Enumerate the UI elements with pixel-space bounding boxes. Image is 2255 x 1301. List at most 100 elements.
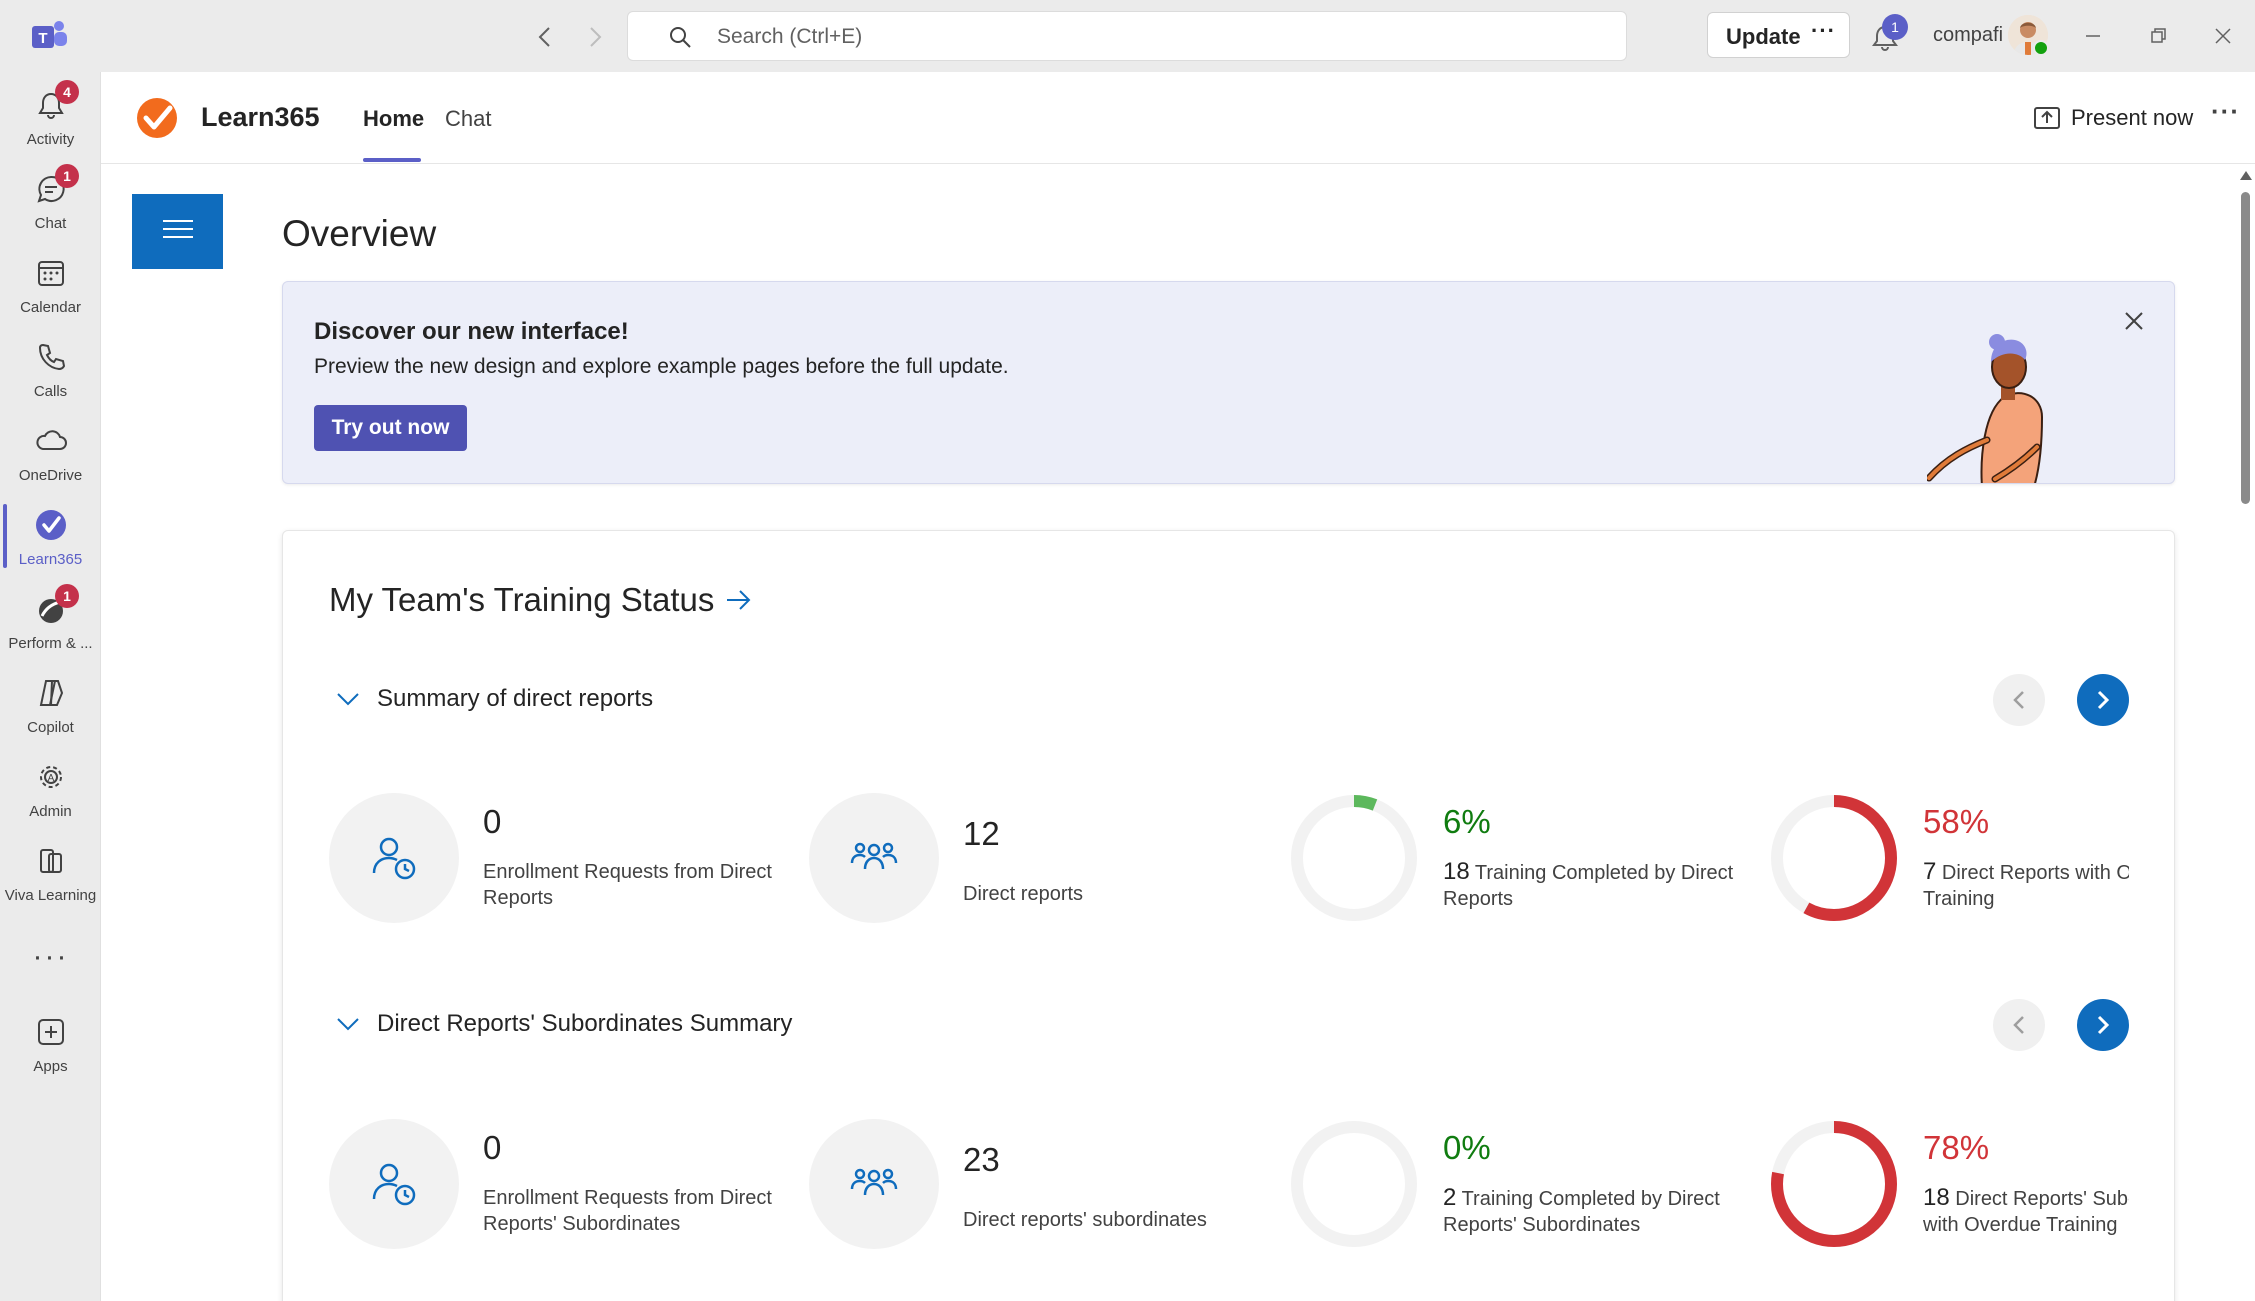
- try-out-now-button[interactable]: Try out now: [314, 405, 467, 451]
- stat-description: Enrollment Requests from Direct Reports: [483, 861, 772, 909]
- svg-text:A: A: [48, 773, 55, 784]
- stat-desc-text: Training Completed by Direct Reports: [1443, 862, 1734, 910]
- section-label: Direct Reports' Subordinates Summary: [377, 1010, 793, 1037]
- forward-arrow-icon[interactable]: [580, 22, 610, 52]
- stat-value: 23: [963, 1141, 1000, 1178]
- minimize-icon[interactable]: [2075, 18, 2111, 54]
- more-options-icon[interactable]: ···: [2211, 96, 2240, 127]
- progress-donut: [1291, 795, 1417, 921]
- learn365-logo-icon: [135, 96, 179, 140]
- stat-enrollment-requests[interactable]: 0 Enrollment Requests from Direct Report…: [329, 793, 799, 933]
- person-clock-icon: [329, 1119, 459, 1249]
- account-name[interactable]: compafi: [1933, 24, 2003, 47]
- scroll-thumb[interactable]: [2241, 192, 2250, 504]
- stat-percent: 6%: [1443, 803, 1491, 840]
- stat-count: 18: [1923, 1184, 1950, 1211]
- banner-title: Discover our new interface!: [314, 318, 629, 345]
- stat-description: Direct reports: [963, 883, 1084, 905]
- present-now-label: Present now: [2071, 105, 2194, 130]
- appbar-item-copilot[interactable]: Copilot: [0, 668, 101, 748]
- stat-subordinates[interactable]: 23 Direct reports' subordinates: [809, 1119, 1279, 1259]
- search-icon: [668, 25, 692, 49]
- donut-track: [1291, 795, 1417, 921]
- stat-value: 0: [483, 803, 502, 840]
- update-button[interactable]: Update ···: [1707, 12, 1850, 58]
- phone-icon: [34, 340, 68, 374]
- card-title: My Team's Training Status: [329, 581, 715, 618]
- stat-overdue-training-subordinates[interactable]: 78% 18 Direct Reports' Subordinates with…: [1769, 1119, 2129, 1259]
- stat-overdue-training[interactable]: 58% 7 Direct Reports with Overdue Traini…: [1769, 793, 2129, 933]
- arrow-right-icon[interactable]: [723, 585, 753, 615]
- previous-page-button[interactable]: [1993, 999, 2045, 1051]
- presence-available-icon: [2033, 40, 2049, 56]
- search-input[interactable]: Search (Ctrl+E): [627, 11, 1627, 61]
- previous-page-button[interactable]: [1993, 674, 2045, 726]
- teams-logo-icon[interactable]: T: [30, 18, 70, 54]
- next-page-button[interactable]: [2077, 999, 2129, 1051]
- learn365-icon: [34, 508, 68, 542]
- person-illustration: [1925, 322, 2077, 483]
- section-toggle-subordinates[interactable]: Direct Reports' Subordinates Summary: [335, 1004, 792, 1044]
- admin-gear-icon: A: [34, 760, 68, 794]
- viva-learning-icon: [34, 844, 68, 878]
- stat-training-completed[interactable]: 6% 18 Training Completed by Direct Repor…: [1289, 793, 1759, 933]
- close-icon[interactable]: [2121, 308, 2147, 334]
- stat-percent: 58%: [1923, 803, 1990, 840]
- menu-toggle-button[interactable]: [132, 194, 223, 269]
- stat-desc-text: Training Completed by Direct Reports' Su…: [1443, 1188, 1720, 1236]
- stat-direct-reports[interactable]: 12 Direct reports: [809, 793, 1279, 933]
- present-now-button[interactable]: Present now: [2033, 100, 2193, 136]
- appbar-label-admin: Admin: [29, 803, 72, 820]
- appbar-item-perform[interactable]: 1 Perform & ...: [0, 584, 101, 664]
- appbar-item-learn365[interactable]: Learn365: [0, 500, 101, 580]
- vertical-scrollbar[interactable]: [2236, 165, 2255, 1301]
- scroll-up-arrow-icon[interactable]: [2240, 171, 2252, 180]
- stat-desc-text: Direct Reports with Overdue Training: [1923, 862, 2129, 910]
- notification-badge: 1: [1882, 14, 1908, 40]
- active-tab-indicator: [363, 158, 421, 162]
- progress-donut: [1771, 795, 1897, 921]
- appbar-item-calendar[interactable]: Calendar: [0, 248, 101, 328]
- stat-description: 18 Training Completed by Direct Reports: [1443, 859, 1743, 912]
- tab-chat[interactable]: Chat: [445, 106, 491, 132]
- new-interface-banner: Discover our new interface! Preview the …: [282, 281, 2175, 484]
- stat-percent: 0%: [1443, 1129, 1491, 1166]
- progress-donut: [1771, 1121, 1897, 1247]
- appbar-label-copilot: Copilot: [27, 719, 74, 736]
- appbar-item-activity[interactable]: 4 Activity: [0, 80, 101, 160]
- stat-count: 7: [1923, 858, 1937, 885]
- update-label: Update: [1726, 24, 1801, 49]
- page-title: Overview: [282, 213, 437, 254]
- back-arrow-icon[interactable]: [530, 22, 560, 52]
- stat-description: 2 Training Completed by Direct Reports' …: [1443, 1185, 1743, 1238]
- appbar-item-calls[interactable]: Calls: [0, 332, 101, 412]
- people-team-icon: [809, 793, 939, 923]
- appbar-item-apps[interactable]: Apps: [0, 1007, 101, 1087]
- restore-icon[interactable]: [2140, 18, 2176, 54]
- app-header: Learn365 Home Chat Present now ···: [101, 72, 2255, 164]
- calendar-icon: [34, 256, 68, 290]
- next-page-button[interactable]: [2077, 674, 2129, 726]
- tab-home[interactable]: Home: [363, 106, 424, 132]
- cloud-icon: [34, 424, 68, 458]
- more-options-icon: ···: [1811, 18, 1836, 43]
- appbar-item-viva-learning[interactable]: Viva Learning: [0, 836, 101, 916]
- title-bar: T Search (Ctrl+E) Update ··· 1 compafi: [0, 0, 2255, 72]
- appbar-item-admin[interactable]: A Admin: [0, 752, 101, 832]
- svg-text:T: T: [38, 30, 47, 47]
- stat-enrollment-requests-subordinates[interactable]: 0 Enrollment Requests from Direct Report…: [329, 1119, 799, 1259]
- people-team-icon: [809, 1119, 939, 1249]
- appbar-label-learn365: Learn365: [18, 551, 83, 568]
- app-bar: 4 Activity 1 Chat Calendar Calls OneDriv…: [0, 72, 101, 1301]
- donut-track: [1291, 1121, 1417, 1247]
- add-apps-icon: [34, 1015, 68, 1049]
- section-toggle-direct-reports[interactable]: Summary of direct reports: [335, 679, 653, 719]
- chevron-down-icon: [335, 1011, 361, 1037]
- stat-training-completed-subordinates[interactable]: 0% 2 Training Completed by Direct Report…: [1289, 1119, 1759, 1259]
- appbar-item-chat[interactable]: 1 Chat: [0, 164, 101, 244]
- more-apps-icon[interactable]: ···: [0, 940, 101, 974]
- appbar-label-chat: Chat: [34, 215, 67, 232]
- activity-badge: 4: [55, 80, 79, 104]
- close-window-icon[interactable]: [2205, 18, 2241, 54]
- appbar-item-onedrive[interactable]: OneDrive: [0, 416, 101, 496]
